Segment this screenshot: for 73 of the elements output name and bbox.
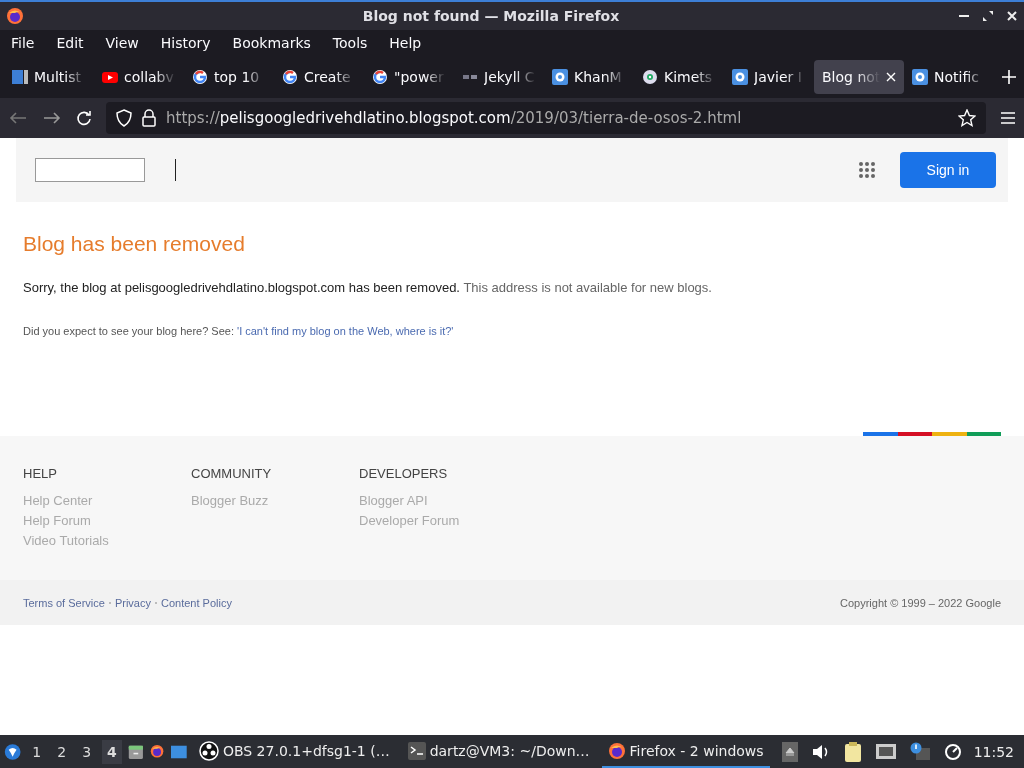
url-text: https://pelisgoogledrivehdlatino.blogspot.com/2019/03/tierra-de-osos-2.html [166, 109, 742, 127]
help-prompt: Did you expect to see your blog here? See: [23, 325, 234, 337]
window-tile-icon [12, 69, 28, 85]
bookmark-star-icon[interactable] [958, 109, 976, 127]
menu-item[interactable]: Edit [48, 35, 92, 51]
address-note: This address is not available for new blogs. [463, 280, 712, 295]
browser-tab[interactable]: Create [274, 60, 364, 94]
menu-item[interactable]: History [152, 35, 219, 51]
workspace-button[interactable]: 1 [27, 739, 47, 764]
d-logo-icon [912, 69, 928, 85]
removal-message: Sorry, the blog at pelisgoogledrivehdlatino.blogspot.com has been removed. [23, 280, 460, 295]
browser-tab[interactable]: Jekyll C [454, 60, 544, 94]
legal-link[interactable]: Terms of Service [23, 596, 105, 609]
workspace-button[interactable]: 3 [77, 739, 97, 764]
legal-link[interactable]: Privacy [114, 596, 151, 609]
firefox-icon [607, 741, 626, 760]
g-logo-icon [192, 69, 208, 85]
window-title: Blog not found — Mozilla Firefox [361, 8, 621, 24]
browser-tab[interactable]: "power [364, 60, 454, 94]
obs-icon [198, 740, 219, 761]
legal-link[interactable]: Content Policy [161, 596, 232, 609]
g-logo-icon [372, 69, 388, 85]
forward-icon[interactable] [42, 110, 62, 126]
menu-item[interactable]: Help [381, 35, 430, 51]
sign-in-button[interactable]: Sign in [900, 152, 996, 188]
browser-tab[interactable]: Multist [4, 60, 94, 94]
speaker-icon[interactable] [811, 743, 830, 760]
footer-heading: HELP [23, 466, 58, 481]
apps-grid-icon[interactable] [858, 161, 876, 179]
maximize-icon[interactable] [982, 10, 994, 22]
gauge-icon[interactable] [943, 742, 962, 761]
browser-tab[interactable]: Kimets [634, 60, 724, 94]
alert-icon[interactable] [909, 741, 930, 762]
help-link[interactable]: 'I can't find my blog on the Web, where is it?' [237, 325, 454, 337]
browser-tab[interactable]: collabv [94, 60, 184, 94]
footer-heading: DEVELOPERS [359, 466, 449, 481]
eject-icon[interactable] [781, 741, 798, 762]
new-tab-icon[interactable] [1002, 70, 1016, 84]
page-heading: Blog has been removed [23, 232, 246, 256]
reload-icon[interactable] [76, 110, 92, 126]
browser-tab[interactable]: Blog not [814, 60, 904, 94]
taskbar-task[interactable]: OBS 27.0.1+dfsg1-1 (… [192, 735, 396, 768]
play-icon [102, 69, 118, 85]
taskbar-task[interactable]: Firefox - 2 windows [601, 735, 770, 768]
shield-icon [116, 109, 132, 127]
d-logo-icon [552, 69, 568, 85]
search-field[interactable] [35, 158, 145, 182]
menu-item[interactable]: Tools [324, 35, 376, 51]
browser-tab[interactable]: KhanM [544, 60, 634, 94]
address-bar[interactable]: https://pelisgoogledrivehdlatino.blogspot.com/2019/03/tierra-de-osos-2.html [106, 102, 986, 134]
network-icon[interactable] [875, 742, 896, 761]
gear-icon [642, 69, 658, 85]
menu-item[interactable]: File [3, 35, 43, 51]
clock: 11:52 [973, 743, 1014, 760]
browser-tab[interactable]: top 10 [184, 60, 274, 94]
workspace-button[interactable]: 2 [52, 739, 72, 764]
d-logo-icon [732, 69, 748, 85]
close-icon[interactable] [1006, 10, 1018, 22]
text-cursor [175, 159, 176, 181]
clipboard-icon[interactable] [843, 741, 862, 762]
terminal-icon [407, 741, 426, 760]
browser-tab[interactable]: Notific [904, 60, 994, 94]
firefox-icon [6, 7, 24, 25]
workspace-button[interactable]: 4 [102, 739, 122, 764]
menu-item[interactable]: View [97, 35, 147, 51]
menu-icon[interactable] [1000, 111, 1016, 125]
footer-heading: COMMUNITY [191, 466, 273, 481]
menu-item[interactable]: Bookmarks [224, 35, 319, 51]
back-icon[interactable] [8, 110, 28, 126]
taskbar-task[interactable]: dartz@VM3: ~/Down… [401, 735, 596, 768]
copyright-text: Copyright © 1999 – 2022 Google [840, 596, 1001, 609]
lock-icon [142, 109, 156, 127]
g-logo-icon [282, 69, 298, 85]
